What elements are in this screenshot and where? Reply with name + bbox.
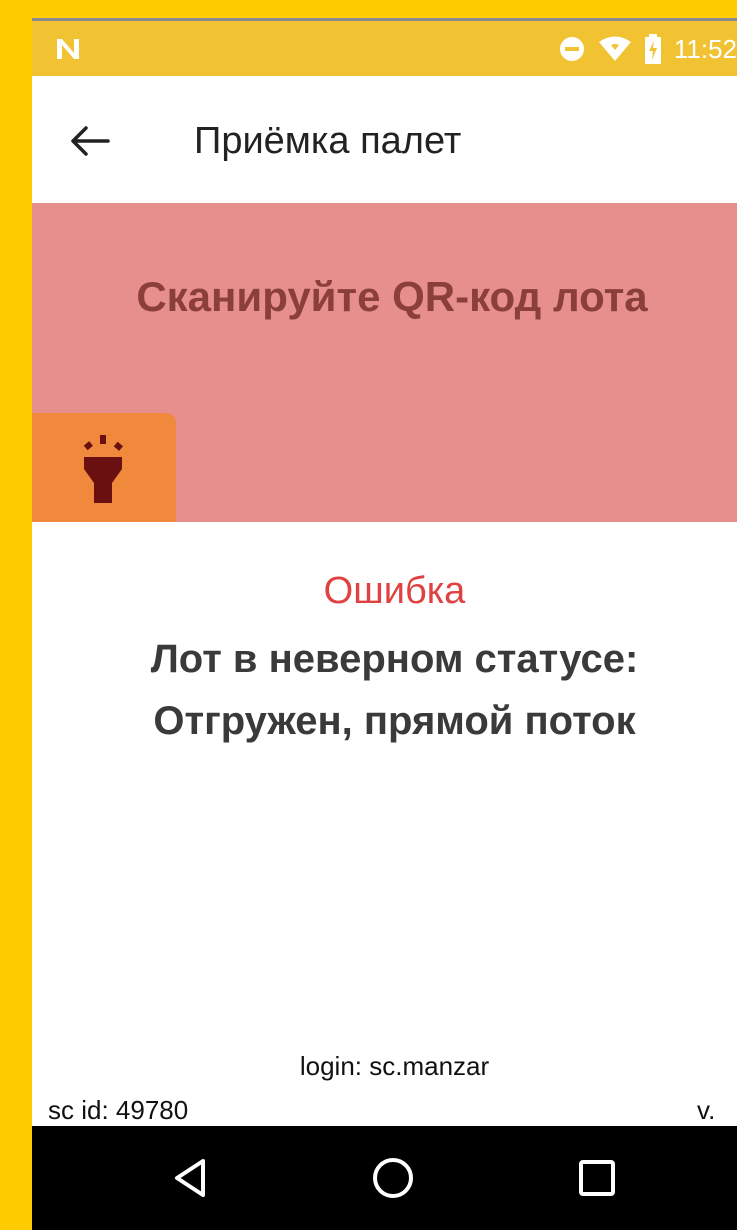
nav-back-button[interactable] <box>161 1148 221 1208</box>
scan-prompt: Сканируйте QR-код лота <box>136 273 648 320</box>
back-triangle-icon <box>175 1159 205 1197</box>
nav-home-button[interactable] <box>363 1148 423 1208</box>
error-message-line-1: Лот в неверном статусе: <box>150 637 639 681</box>
login-label: login: sc.manzar <box>299 1051 490 1081</box>
scan-panel: Сканируйте QR-код лота <box>32 203 737 522</box>
phone-screen: 11:52 Приёмка палет Сканируйте QR-код ло… <box>32 18 737 1230</box>
flashlight-button[interactable] <box>32 413 176 522</box>
app-bar: Приёмка палет <box>32 76 737 203</box>
error-message: Лот в неверном статусе: Отгружен, прямой… <box>32 628 737 752</box>
battery-charging-icon <box>644 34 661 64</box>
status-bar: 11:52 <box>32 18 737 76</box>
home-circle-icon <box>373 1158 413 1198</box>
notification-n-icon <box>57 39 79 59</box>
back-button[interactable] <box>60 116 120 166</box>
page-title: Приёмка палет <box>194 120 462 162</box>
sc-id-label: sc id: 49780 <box>48 1095 189 1125</box>
outer-frame-left <box>0 0 32 1230</box>
wifi-icon <box>598 36 631 61</box>
flashlight-icon <box>83 435 123 503</box>
status-icons: 11:52 <box>558 31 737 67</box>
outer-frame-top <box>0 0 737 18</box>
version-label: v. <box>697 1095 716 1125</box>
do-not-disturb-icon <box>559 37 584 61</box>
recents-square-icon <box>579 1160 615 1196</box>
error-message-line-2: Отгружен, прямой поток <box>153 699 636 743</box>
error-title: Ошибка <box>323 570 466 612</box>
nav-recents-button[interactable] <box>567 1148 627 1208</box>
arrow-left-icon <box>71 126 110 156</box>
system-nav-bar <box>32 1126 737 1230</box>
status-time: 11:52 <box>673 33 737 64</box>
